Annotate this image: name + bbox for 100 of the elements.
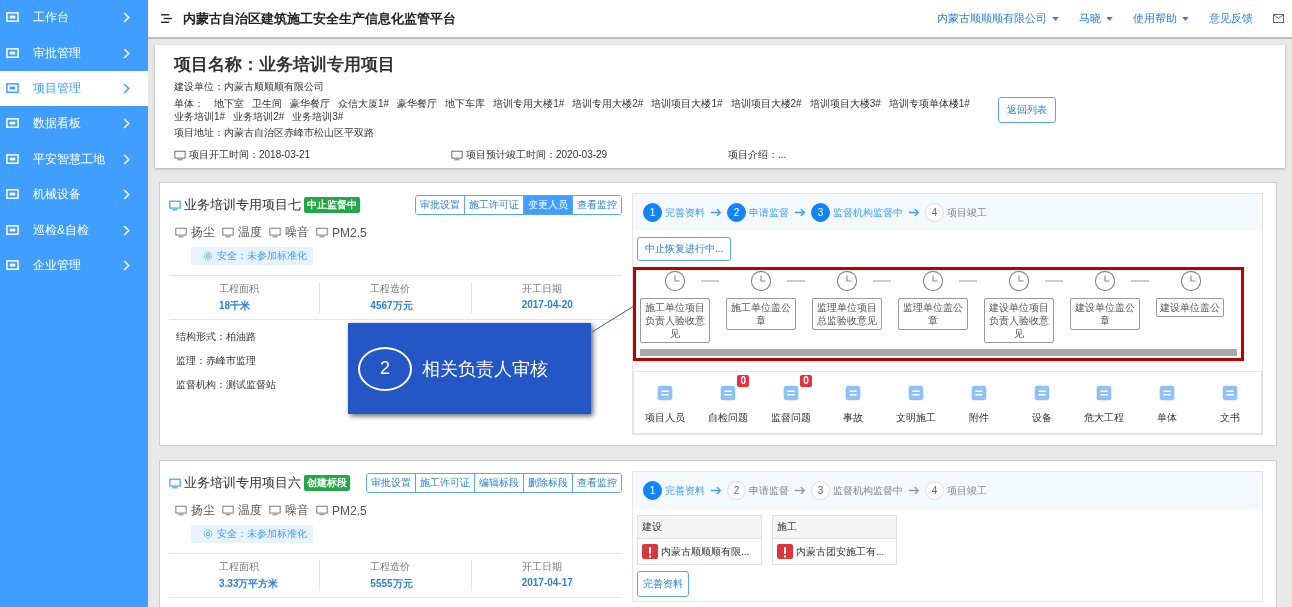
clock-icon <box>1094 270 1116 292</box>
module-shortcut[interactable]: 文书 <box>1198 374 1262 425</box>
step-number: 2 <box>727 481 746 500</box>
step-number: 1 <box>643 203 662 222</box>
module-shortcut[interactable]: 0 自检问题 <box>696 374 760 425</box>
stat-value: 4567万元 <box>370 299 413 313</box>
menu-item-icon <box>6 188 19 202</box>
step-label: 申请监督 <box>749 483 789 498</box>
unit-link[interactable]: 卫生间 <box>252 97 282 110</box>
sensor-label[interactable]: 噪音 <box>285 224 309 241</box>
warning-icon <box>777 544 793 559</box>
chevron-icon <box>122 82 130 94</box>
unit-link[interactable]: 培训专用大楼1# <box>493 97 565 110</box>
unit-link[interactable]: 业务培训2# <box>233 110 285 123</box>
unit-link[interactable]: 豪华餐厅 <box>290 97 330 110</box>
arrow-icon <box>908 486 920 495</box>
monitor-icon <box>316 227 328 238</box>
completion-time: 项目预计竣工时间：2020-03-29 <box>466 148 608 162</box>
action-button[interactable]: 查看监控 <box>572 474 621 492</box>
menu-item-icon <box>6 258 19 272</box>
party-role: 建设 <box>638 516 761 539</box>
units-label: 单体： <box>174 97 204 110</box>
sensor-label[interactable]: 温度 <box>238 224 262 241</box>
header-menu[interactable]: 意见反馈 <box>1209 11 1253 26</box>
sensor-label[interactable]: PM2.5 <box>332 503 367 518</box>
menu-icon[interactable] <box>160 13 173 24</box>
step-number: 2 <box>727 203 746 222</box>
module-shortcut[interactable]: 附件 <box>947 374 1011 425</box>
stat-value: 2017-04-17 <box>521 577 573 588</box>
callout-number: 2 <box>358 346 412 391</box>
step-number: 3 <box>811 203 830 222</box>
menu-item-icon <box>6 223 19 237</box>
sensor-label[interactable]: PM2.5 <box>332 225 367 240</box>
sensor-label[interactable]: 温度 <box>238 502 262 519</box>
unit-link[interactable]: 培训项目大楼1# <box>651 97 723 110</box>
arrow-icon <box>710 486 722 495</box>
module-shortcut[interactable]: 设备 <box>1010 374 1073 425</box>
monitor-icon <box>269 505 281 516</box>
header-menu[interactable]: 马晓 <box>1079 11 1113 26</box>
resume-button[interactable]: 中止恢复进行中... <box>637 237 732 261</box>
unit-link[interactable]: 培训项目大楼2# <box>730 97 802 110</box>
complete-button[interactable]: 完善资料 <box>637 571 689 597</box>
callout-text: 相关负责人审核 <box>422 357 548 381</box>
menu-item-icon <box>6 81 19 95</box>
unit-link[interactable]: 业务培训3# <box>292 110 344 123</box>
stat-value: 5555万元 <box>370 577 413 591</box>
module-shortcut[interactable]: 文明施工 <box>884 374 948 425</box>
step-number: 4 <box>925 203 944 222</box>
module-shortcut[interactable]: 单体 <box>1135 374 1199 425</box>
flow-step: 建设单位项目负责人验收意见 <box>984 298 1054 343</box>
clock-icon <box>750 270 772 292</box>
unit-link[interactable]: 地下车库 <box>445 97 486 110</box>
step-number: 3 <box>811 481 830 500</box>
unit-link[interactable]: 豪华餐厅 <box>397 97 438 110</box>
chevron-icon <box>122 12 130 24</box>
flow-step: 建设单位盖公 <box>1156 298 1224 317</box>
back-button[interactable]: 返回列表 <box>998 97 1056 123</box>
flow-step: 施工单位项目负责人验收意见 <box>640 298 710 343</box>
unit-link[interactable]: 培训专用大楼2# <box>572 97 644 110</box>
menu-item-icon <box>6 152 19 166</box>
flow-step: 监理单位盖公章 <box>898 298 968 330</box>
step-label: 完善资料 <box>665 205 705 220</box>
module-shortcut[interactable]: 危大工程 <box>1072 374 1136 425</box>
menu-item-icon <box>6 117 19 131</box>
action-button[interactable]: 查看监控 <box>572 196 621 214</box>
chevron-icon <box>122 118 130 130</box>
module-shortcut[interactable]: 0 监督问题 <box>759 374 823 425</box>
unit-link[interactable]: 培训专项单体楼1# <box>888 97 970 110</box>
detail-text: 结构形式：柏油路 <box>176 330 256 344</box>
monitor-icon <box>175 227 187 238</box>
unit-link[interactable]: 众信大厦1# <box>338 97 390 110</box>
module-shortcut[interactable]: 项目人员 <box>634 374 697 425</box>
clock-icon <box>664 270 686 292</box>
header-menu[interactable]: 内蒙古顺顺顺有限公司 <box>937 11 1059 26</box>
sensor-label[interactable]: 扬尘 <box>191 502 215 519</box>
unit-link[interactable]: 地下室 <box>214 97 244 110</box>
unit-link[interactable]: 业务培训1# <box>174 110 226 123</box>
sensor-label[interactable]: 噪音 <box>285 502 309 519</box>
clock-icon <box>1008 270 1030 292</box>
header-menu[interactable]: 使用帮助 <box>1133 11 1189 26</box>
unit-link[interactable]: 培训项目大楼3# <box>809 97 881 110</box>
sensor-label[interactable]: 扬尘 <box>191 224 215 241</box>
step-label: 项目竣工 <box>947 483 987 498</box>
arrow-icon <box>710 208 722 217</box>
monitor-icon <box>269 227 281 238</box>
module-shortcut[interactable]: 事故 <box>822 374 885 425</box>
stat-value: 3.33万平方米 <box>219 577 279 591</box>
clock-icon <box>836 270 858 292</box>
chevron-icon <box>122 224 130 236</box>
start-time: 项目开工时间：2018-03-21 <box>189 148 311 162</box>
scrollbar[interactable] <box>640 349 1237 356</box>
clock-icon <box>1180 270 1202 292</box>
chevron-icon <box>122 47 130 59</box>
mail-icon[interactable] <box>1273 14 1284 23</box>
step-label: 项目竣工 <box>947 205 987 220</box>
leader-line <box>591 305 635 333</box>
chevron-icon <box>122 153 130 165</box>
stat-label: 工程造价 <box>370 560 411 574</box>
step-label: 完善资料 <box>665 483 705 498</box>
monitor-icon <box>222 227 234 238</box>
